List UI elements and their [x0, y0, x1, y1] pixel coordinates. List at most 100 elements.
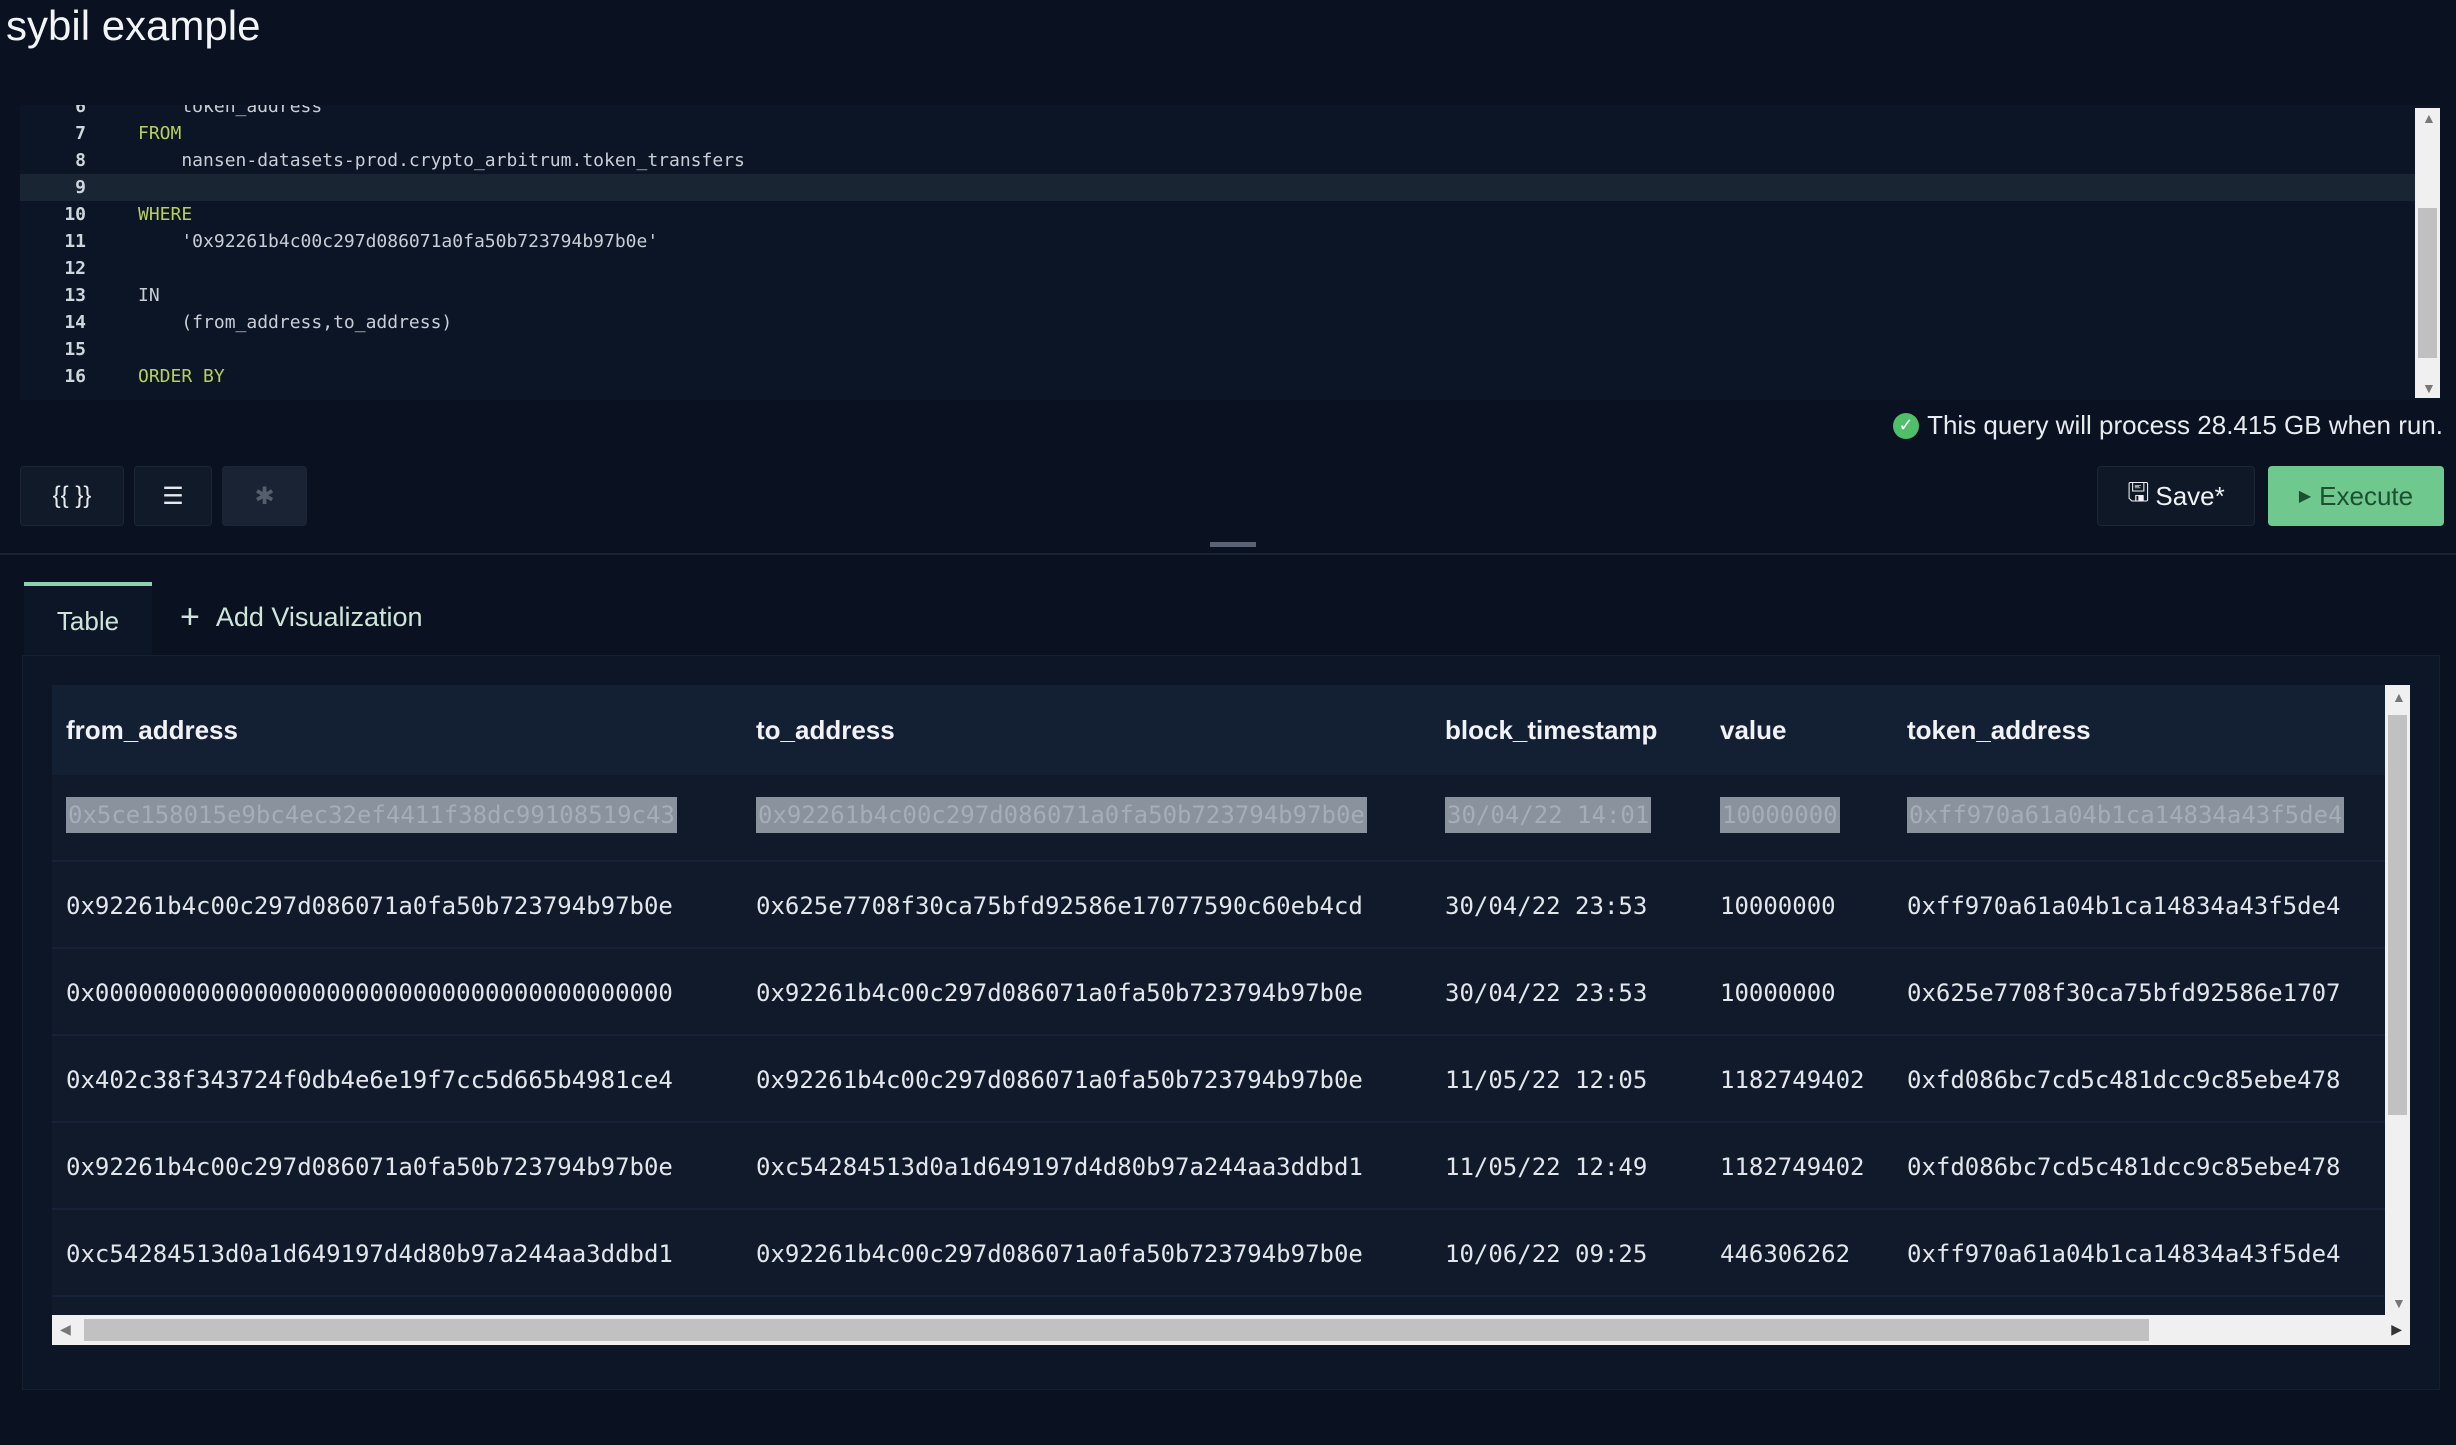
table-cell-value[interactable]: 10000000 [1720, 979, 1836, 1007]
table-cell-from-address[interactable]: 0x92261b4c00c297d086071a0fa50b723794b97b… [66, 1153, 673, 1181]
table-row[interactable]: 0x92261b4c00c297d086071a0fa50b723794b97b… [52, 1123, 2385, 1210]
table-horizontal-thumb[interactable] [84, 1319, 2149, 1341]
play-icon: ▶ [2298, 488, 2312, 505]
page-title: sybil example [6, 2, 261, 49]
tab-table[interactable]: Table [24, 582, 152, 656]
code-line[interactable]: 10 WHERE [20, 201, 2415, 228]
scroll-up-icon[interactable]: ▲ [2422, 110, 2436, 126]
table-row[interactable]: 0x5ce158015e9bc4ec32ef4411f38dc99108519c… [52, 775, 2385, 862]
table-cell-value[interactable]: 1182749402 [1720, 1066, 1865, 1094]
query-estimate-status: ✓ This query will process 28.415 GB when… [1893, 410, 2443, 441]
column-header[interactable]: value [1720, 715, 1787, 746]
params-label: {{ }} [52, 482, 92, 509]
table-cell-block-timestamp[interactable]: 30/04/22 23:53 [1445, 892, 1647, 920]
ai-assist-button[interactable]: ✱ [222, 466, 307, 526]
column-header[interactable]: from_address [66, 715, 238, 746]
scroll-down-icon[interactable]: ▼ [2422, 380, 2436, 396]
status-text: This query will process 28.415 GB when r… [1927, 410, 2443, 440]
line-number: 8 [75, 150, 86, 171]
execute-button[interactable]: ▶ Execute [2268, 466, 2444, 526]
table-cell-from-address[interactable]: 0x402c38f343724f0db4e6e19f7cc5d665b4981c… [66, 1066, 673, 1094]
line-number: 7 [75, 123, 86, 144]
table-row[interactable]: 0xc54284513d0a1d649197d4d80b97a244aa3ddb… [52, 1210, 2385, 1297]
table-cell-token-address[interactable]: 0xfd086bc7cd5c481dcc9c85ebe478 [1907, 1153, 2340, 1181]
add-visualization-button[interactable]: + Add Visualization [180, 598, 423, 637]
table-cell-to-address[interactable]: 0xc54284513d0a1d649197d4d80b97a244aa3ddb… [756, 1153, 1363, 1181]
table-cell-to-address[interactable]: 0x92261b4c00c297d086071a0fa50b723794b97b… [756, 979, 1363, 1007]
save-label: Save* [2155, 480, 2225, 511]
table-cell-block-timestamp[interactable]: 10/06/22 09:25 [1445, 1240, 1647, 1268]
column-header[interactable]: token_address [1907, 715, 2091, 746]
table-cell-token-address[interactable]: 0x625e7708f30ca75bfd92586e1707 [1907, 979, 2340, 1007]
column-header[interactable]: to_address [756, 715, 895, 746]
table-cell-from-address[interactable]: 0xc54284513d0a1d649197d4d80b97a244aa3ddb… [66, 1240, 673, 1268]
code-line[interactable]: 13 IN [20, 282, 2415, 309]
table-cell-value[interactable]: 1182749402 [1720, 1153, 1865, 1181]
line-number: 16 [64, 366, 86, 387]
table-cell-block-timestamp[interactable]: 30/04/22 23:53 [1445, 979, 1647, 1007]
tab-table-label: Table [56, 605, 120, 636]
table-vertical-thumb[interactable] [2388, 715, 2407, 1115]
line-number: 13 [64, 285, 86, 306]
table-cell-block-timestamp[interactable]: 11/05/22 12:05 [1445, 1066, 1647, 1094]
table-cell-from-address[interactable]: 0x5ce158015e9bc4ec32ef4411f38dc99108519c… [66, 797, 677, 833]
code-text: token_address [138, 105, 323, 117]
table-row[interactable]: 0x92261b4c00c297d086071a0fa50b723794b97b… [52, 862, 2385, 949]
add-visualization-label: Add Visualization [215, 602, 423, 632]
floppy-disk-icon: 🖫 [2127, 477, 2150, 507]
code-line[interactable]: 14 (from_address,to_address) [20, 309, 2415, 336]
table-header: from_address to_address block_timestamp … [52, 685, 2385, 775]
scroll-up-icon[interactable]: ▲ [2392, 689, 2406, 705]
table-cell-to-address[interactable]: 0x92261b4c00c297d086071a0fa50b723794b97b… [756, 1066, 1363, 1094]
code-line[interactable]: 8 nansen-datasets-prod.crypto_arbitrum.t… [20, 147, 2415, 174]
code-line[interactable]: 12 [20, 255, 2415, 282]
parameters-button[interactable]: {{ }} [20, 466, 124, 526]
table-cell-block-timestamp[interactable]: 30/04/22 14:01 [1445, 797, 1652, 833]
table-cell-to-address[interactable]: 0x92261b4c00c297d086071a0fa50b723794b97b… [756, 1240, 1363, 1268]
code-line[interactable]: 6 token_address [20, 105, 2415, 120]
code-text: '0x92261b4c00c297d086071a0fa50b723794b97… [138, 231, 659, 252]
line-number: 12 [64, 258, 86, 279]
results-table: from_address to_address block_timestamp … [52, 685, 2385, 1315]
execute-label: Execute [2319, 480, 2414, 511]
format-button[interactable]: ☰ [134, 466, 212, 526]
table-cell-from-address[interactable]: 0x00000000000000000000000000000000000000… [66, 979, 673, 1007]
save-button[interactable]: 🖫 Save* [2097, 466, 2255, 526]
table-cell-block-timestamp[interactable]: 11/05/22 12:49 [1445, 1153, 1647, 1181]
table-cell-value[interactable]: 10000000 [1720, 892, 1836, 920]
table-row[interactable]: 0x402c38f343724f0db4e6e19f7cc5d665b4981c… [52, 1036, 2385, 1123]
code-line[interactable]: 15 [20, 336, 2415, 363]
table-cell-token-address[interactable]: 0xff970a61a04b1ca14834a43f5de4 [1907, 797, 2345, 833]
table-cell-token-address[interactable]: 0xff970a61a04b1ca14834a43f5de4 [1907, 1240, 2340, 1268]
code-line[interactable]: 16 ORDER BY [20, 363, 2415, 390]
scroll-down-icon[interactable]: ▼ [2392, 1295, 2406, 1311]
table-horizontal-scrollbar[interactable]: ◀ ▶ [52, 1315, 2410, 1345]
resize-handle[interactable] [1210, 542, 1256, 547]
editor-scrollbar[interactable]: ▲ ▼ [2415, 108, 2440, 398]
table-cell-value[interactable]: 10000000 [1720, 797, 1840, 833]
line-number: 6 [75, 105, 86, 117]
scroll-right-icon[interactable]: ▶ [2391, 1321, 2402, 1338]
scroll-left-icon[interactable]: ◀ [60, 1321, 71, 1338]
table-cell-from-address[interactable]: 0x92261b4c00c297d086071a0fa50b723794b97b… [66, 892, 673, 920]
table-cell-to-address[interactable]: 0x625e7708f30ca75bfd92586e17077590c60eb4… [756, 892, 1363, 920]
code-line[interactable]: 11 '0x92261b4c00c297d086071a0fa50b723794… [20, 228, 2415, 255]
table-vertical-scrollbar[interactable]: ▲ ▼ [2385, 685, 2410, 1315]
plus-icon: + [180, 598, 200, 636]
table-row[interactable]: 0x00000000000000000000000000000000000000… [52, 949, 2385, 1036]
column-header[interactable]: block_timestamp [1445, 715, 1657, 746]
panel-divider [0, 553, 2456, 555]
table-cell-token-address[interactable]: 0xff970a61a04b1ca14834a43f5de4 [1907, 892, 2340, 920]
table-cell-value[interactable]: 446306262 [1720, 1240, 1850, 1268]
table-cell-token-address[interactable]: 0xfd086bc7cd5c481dcc9c85ebe478 [1907, 1066, 2340, 1094]
table-cell-to-address[interactable]: 0x92261b4c00c297d086071a0fa50b723794b97b… [756, 797, 1367, 833]
line-number: 10 [64, 204, 86, 225]
code-text: ORDER BY [138, 366, 225, 387]
code-line[interactable]: 7 FROM [20, 120, 2415, 147]
sql-editor[interactable]: 6 token_address 7 FROM 8 nansen-datasets-pr… [20, 105, 2440, 400]
sparkle-icon: ✱ [254, 482, 275, 510]
indent-icon: ☰ [162, 482, 184, 510]
check-circle-icon: ✓ [1893, 412, 1920, 439]
editor-scroll-thumb[interactable] [2418, 208, 2437, 358]
code-line[interactable]: 9 [20, 174, 2415, 201]
